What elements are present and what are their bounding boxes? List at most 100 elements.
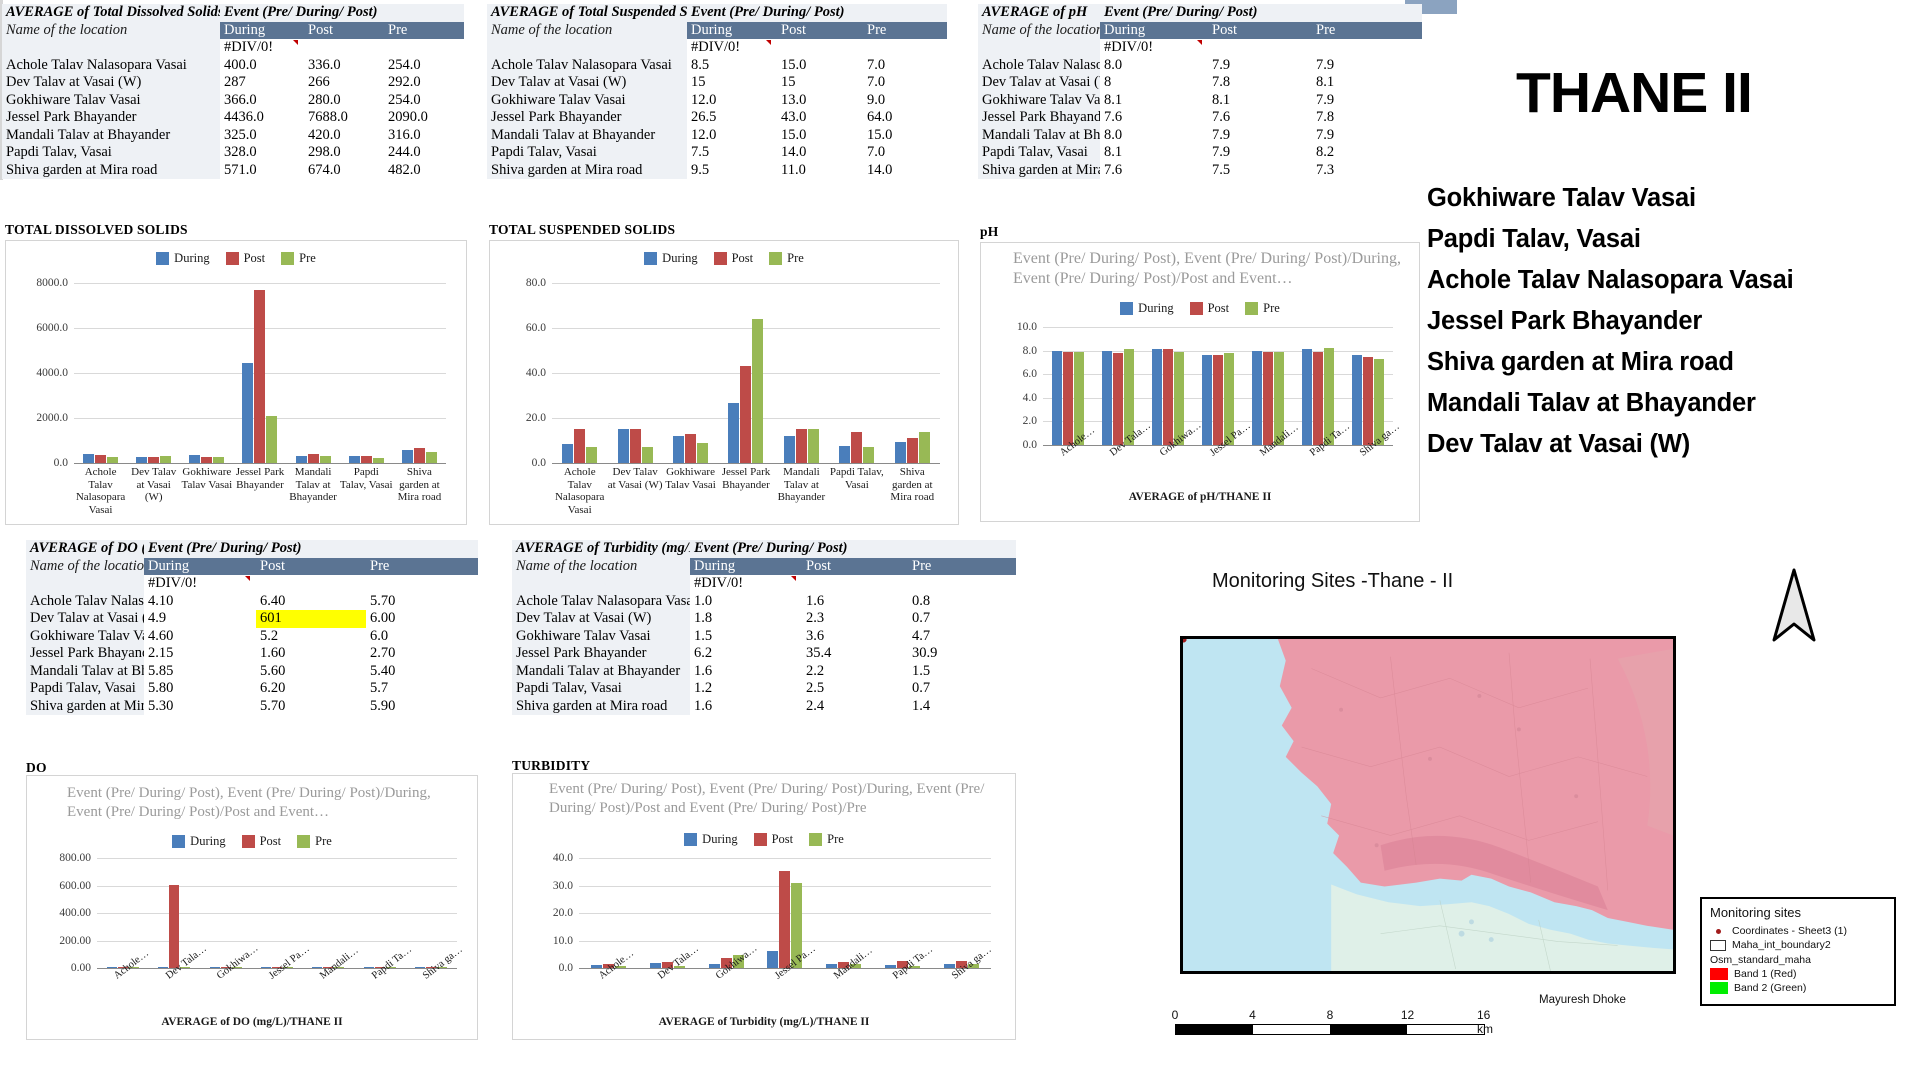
chart-bar-post[interactable] bbox=[201, 456, 213, 463]
cell-pre[interactable]: 5.90 bbox=[366, 698, 478, 716]
column-header-pre[interactable]: Pre bbox=[1312, 21, 1423, 39]
cell-location[interactable]: Gokhiware Talav Vasai bbox=[26, 627, 144, 645]
cell-post[interactable]: 1.60 bbox=[256, 645, 366, 663]
chart-bar-post[interactable] bbox=[1213, 355, 1223, 445]
cell-during[interactable]: 5.30 bbox=[144, 698, 256, 716]
table-row[interactable]: Jessel Park Bhayander 2.15 1.60 2.70 bbox=[26, 645, 478, 663]
chart-bar-during[interactable] bbox=[1202, 355, 1212, 445]
cell-pre[interactable]: 8.2 bbox=[1312, 144, 1422, 162]
column-header-pre[interactable]: Pre bbox=[863, 21, 948, 39]
table-row[interactable]: Mandali Talav at Bhayander 1.6 2.2 1.5 bbox=[512, 662, 1016, 681]
cell-location[interactable]: Shiva garden at Mira road bbox=[2, 161, 220, 179]
chart-bar-pre[interactable] bbox=[918, 431, 930, 463]
cell-location[interactable]: Achole Talav Nalasopara Vasai bbox=[2, 56, 220, 74]
chart-bar-post[interactable] bbox=[169, 885, 180, 968]
cell-location[interactable]: Achole Talav Nalasopara Vasai bbox=[26, 592, 144, 610]
chart-bar-during[interactable] bbox=[158, 967, 169, 968]
cell-pre[interactable]: 30.9 bbox=[908, 645, 1016, 663]
cell-post[interactable]: 6.40 bbox=[256, 593, 366, 611]
cell-location[interactable]: Dev Talav at Vasai (W) bbox=[2, 74, 220, 92]
cell-pre[interactable]: 15.0 bbox=[863, 127, 947, 145]
table-row[interactable]: Papdi Talav, Vasai 7.5 14.0 7.0 bbox=[487, 144, 947, 162]
div-error-cell[interactable]: #DIV/0! bbox=[144, 575, 256, 593]
table-row[interactable]: Gokhiware Talav Vasai 12.0 13.0 9.0 bbox=[487, 91, 947, 110]
cell-during[interactable]: 328.0 bbox=[220, 144, 304, 162]
cell-pre[interactable]: 1.4 bbox=[908, 698, 1016, 716]
chart-bar-pre[interactable] bbox=[372, 457, 384, 463]
column-header-post[interactable]: Post bbox=[802, 557, 908, 575]
cell-location[interactable]: Jessel Park Bhayander bbox=[2, 109, 220, 127]
cell-post[interactable]: 15.0 bbox=[777, 57, 863, 75]
cell-post[interactable]: 280.0 bbox=[304, 92, 384, 110]
cell-post[interactable]: 266 bbox=[304, 74, 384, 92]
chart-bar-during[interactable] bbox=[885, 964, 897, 968]
chart-bar-during[interactable] bbox=[260, 967, 271, 968]
cell-location[interactable]: Papdi Talav, Vasai bbox=[978, 144, 1100, 162]
table-row[interactable]: Jessel Park Bhayander 7.6 7.6 7.8 bbox=[978, 109, 1422, 127]
chart-bar-post[interactable] bbox=[1163, 349, 1173, 445]
column-header-post[interactable]: Post bbox=[1208, 21, 1312, 39]
column-header-during[interactable]: During bbox=[687, 21, 777, 39]
cell-pre[interactable]: 7.9 bbox=[1312, 127, 1422, 145]
chart-bar-pre[interactable] bbox=[319, 455, 331, 463]
column-header-post[interactable]: Post bbox=[777, 21, 863, 39]
cell-post[interactable]: 5.2 bbox=[256, 628, 366, 646]
chart-bar-post[interactable] bbox=[95, 455, 107, 463]
table-do[interactable]: AVERAGE of DO (mg/L) Event (Pre/ During/… bbox=[26, 540, 479, 716]
cell-post[interactable]: 336.0 bbox=[304, 57, 384, 75]
chart-bar-post[interactable] bbox=[574, 429, 586, 463]
cell-pre[interactable]: 2.70 bbox=[366, 645, 478, 663]
chart-bar-pre[interactable] bbox=[641, 447, 653, 463]
cell-post[interactable]: 7.9 bbox=[1208, 57, 1312, 75]
cell-location[interactable]: Shiva garden at Mira road bbox=[487, 161, 687, 179]
cell-during[interactable]: 12.0 bbox=[687, 127, 777, 145]
cell-post[interactable]: 6.20 bbox=[256, 680, 366, 698]
cell-post[interactable]: 2.3 bbox=[802, 610, 908, 628]
cell-post[interactable]: 13.0 bbox=[777, 92, 863, 110]
chart-tds[interactable]: During Post Pre 0.0 2000.0 4000.0 6000.0 800… bbox=[5, 240, 467, 525]
table-row[interactable]: Shiva garden at Mira road 7.6 7.5 7.3 bbox=[978, 161, 1422, 179]
chart-bar-during[interactable] bbox=[728, 403, 740, 463]
cell-during[interactable]: 8.0 bbox=[1100, 127, 1208, 145]
chart-bar-during[interactable] bbox=[1302, 349, 1312, 445]
cell-during[interactable]: 9.5 bbox=[687, 162, 777, 180]
chart-bar-pre[interactable] bbox=[697, 442, 709, 463]
cell-during[interactable]: 7.6 bbox=[1100, 109, 1208, 127]
chart-bar-during[interactable] bbox=[673, 436, 685, 463]
cell-post[interactable]: 1.6 bbox=[802, 593, 908, 611]
cell-pre[interactable]: 5.70 bbox=[366, 593, 478, 611]
table-row[interactable]: Achole Talav Nalasopara Vasai 4.10 6.40 … bbox=[26, 592, 478, 611]
chart-bar-pre[interactable] bbox=[266, 416, 278, 463]
table-row[interactable]: Gokhiware Talav Vasai 366.0 280.0 254.0 bbox=[2, 91, 464, 110]
cell-during[interactable]: 8.5 bbox=[687, 57, 777, 75]
table-row[interactable]: Mandali Talav at Bhayander 5.85 5.60 5.4… bbox=[26, 662, 478, 680]
cell-pre[interactable]: 292.0 bbox=[384, 74, 464, 92]
cell-post[interactable]: 420.0 bbox=[304, 127, 384, 145]
table-ph[interactable]: AVERAGE of pH Event (Pre/ During/ Post) … bbox=[978, 4, 1423, 179]
cell-post[interactable]: 7.6 bbox=[1208, 109, 1312, 127]
cell-pre[interactable]: 482.0 bbox=[384, 162, 464, 180]
cell-during[interactable]: 4.10 bbox=[144, 593, 256, 611]
cell-post[interactable]: 2.2 bbox=[802, 663, 908, 681]
cell-during[interactable]: 1.0 bbox=[690, 593, 802, 611]
legend-item-pre[interactable]: Pre bbox=[1245, 301, 1280, 316]
chart-bar-pre[interactable] bbox=[863, 447, 875, 463]
cell-location[interactable]: Papdi Talav, Vasai bbox=[487, 144, 687, 162]
table-row[interactable]: Gokhiware Talav Vasai 4.60 5.2 6.0 bbox=[26, 627, 478, 646]
cell-post[interactable]: 14.0 bbox=[777, 144, 863, 162]
cell-pre[interactable]: 7.9 bbox=[1312, 57, 1422, 75]
chart-ph[interactable]: Event (Pre/ During/ Post), Event (Pre/ D… bbox=[980, 242, 1420, 522]
legend-item-during[interactable]: During bbox=[684, 832, 738, 847]
chart-bar-during[interactable] bbox=[209, 967, 220, 968]
chart-tss[interactable]: During Post Pre 0.0 20.0 40.0 60.0 80.0 Achol… bbox=[489, 240, 959, 525]
table-row[interactable]: Jessel Park Bhayander 6.2 35.4 30.9 bbox=[512, 645, 1016, 663]
column-header-post[interactable]: Post bbox=[256, 557, 366, 575]
chart-bar-post[interactable] bbox=[1313, 351, 1323, 445]
table-row[interactable]: Achole Talav Nalasopara Vasai 8.5 15.0 7… bbox=[487, 56, 947, 75]
cell-location[interactable]: Papdi Talav, Vasai bbox=[26, 680, 144, 698]
cell-post[interactable]: 2.5 bbox=[802, 680, 908, 698]
table-row[interactable]: Jessel Park Bhayander 4436.0 7688.0 2090… bbox=[2, 109, 464, 127]
chart-bar-during[interactable] bbox=[106, 967, 117, 968]
cell-location[interactable]: Gokhiware Talav Vasai bbox=[487, 91, 687, 109]
cell-location[interactable]: Jessel Park Bhayander bbox=[978, 109, 1100, 127]
